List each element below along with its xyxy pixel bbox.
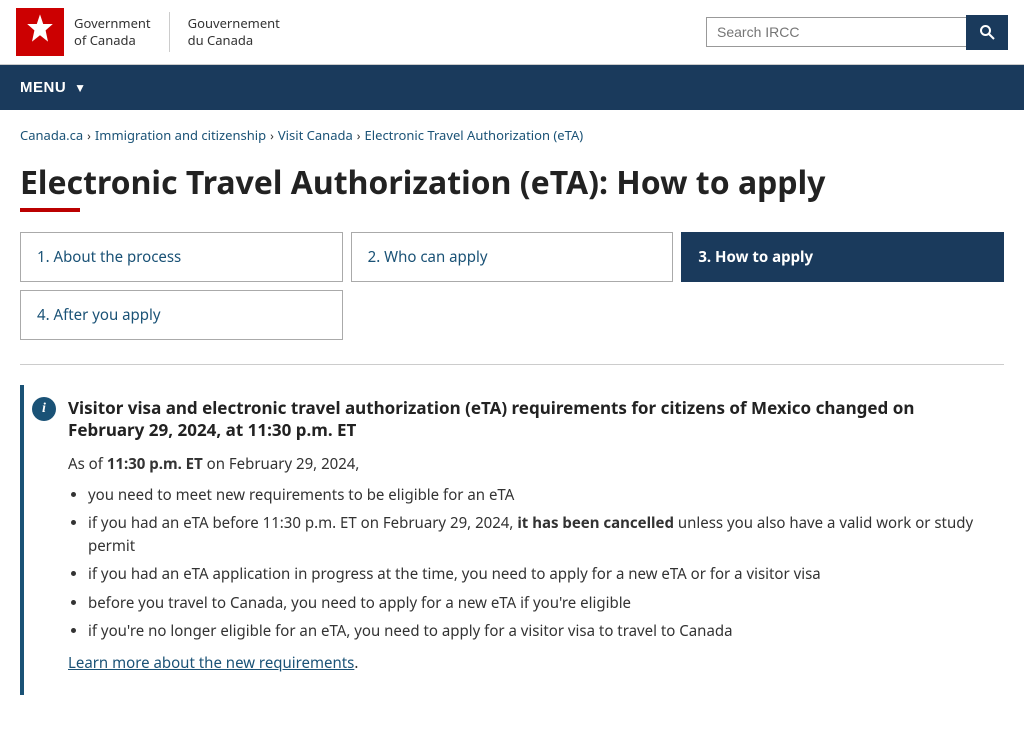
info-body: As of 11:30 p.m. ET on February 29, 2024… [68, 452, 992, 675]
gov-en-line2: of Canada [74, 32, 151, 49]
info-intro: As of 11:30 p.m. ET on February 29, 2024… [68, 452, 992, 476]
page-title: Electronic Travel Authorization (eTA): H… [20, 164, 1004, 202]
breadcrumb-item-visit[interactable]: Visit Canada [278, 126, 353, 144]
gov-en-line1: Government [74, 15, 151, 32]
main-nav: MENU ▼ [0, 65, 1024, 110]
tab-placeholder-3 [681, 290, 1004, 340]
info-icon: i [32, 397, 56, 421]
main-content: Canada.ca › Immigration and citizenship … [0, 110, 1024, 727]
site-header: Government of Canada Gouvernement du Can… [0, 0, 1024, 65]
bullet-4: before you travel to Canada, you need to… [88, 592, 992, 615]
breadcrumb-sep-2: › [270, 127, 274, 144]
info-icon-col: i [24, 385, 68, 694]
breadcrumb-item-canada[interactable]: Canada.ca [20, 126, 83, 144]
chevron-down-icon: ▼ [74, 81, 86, 95]
breadcrumb-item-immigration[interactable]: Immigration and citizenship [95, 126, 266, 144]
learn-more-link[interactable]: Learn more about the new requirements [68, 653, 354, 673]
info-link-line: Learn more about the new requirements. [68, 651, 992, 675]
tab-after-apply[interactable]: 4. After you apply [20, 290, 343, 340]
gov-name-text: Government of Canada [74, 15, 151, 49]
bullet-1: you need to meet new requirements to be … [88, 484, 992, 507]
gov-fr-text: Gouvernement du Canada [188, 15, 280, 49]
breadcrumb: Canada.ca › Immigration and citizenship … [20, 126, 1004, 144]
breadcrumb-item-eta[interactable]: Electronic Travel Authorization (eTA) [365, 126, 584, 144]
step-tabs-row1: 1. About the process 2. Who can apply 3.… [20, 232, 1004, 282]
tab-about-process[interactable]: 1. About the process [20, 232, 343, 282]
breadcrumb-sep-3: › [357, 127, 361, 144]
info-content: Visitor visa and electronic travel autho… [68, 385, 1004, 694]
search-input[interactable] [706, 17, 966, 47]
link-suffix: . [354, 653, 358, 673]
info-bullets: you need to meet new requirements to be … [88, 484, 992, 643]
tab-who-can-apply[interactable]: 2. Who can apply [351, 232, 674, 282]
info-box: i Visitor visa and electronic travel aut… [20, 385, 1004, 694]
section-divider [20, 364, 1004, 365]
maple-leaf-icon [16, 8, 64, 56]
bullet-2: if you had an eTA before 11:30 p.m. ET o… [88, 512, 992, 557]
header-divider [169, 12, 170, 52]
bullet-5: if you're no longer eligible for an eTA,… [88, 620, 992, 643]
bullet-3: if you had an eTA application in progres… [88, 563, 992, 586]
search-area [706, 15, 1008, 50]
header-left: Government of Canada Gouvernement du Can… [16, 8, 280, 56]
tab-how-to-apply[interactable]: 3. How to apply [681, 232, 1004, 282]
title-underline [20, 208, 80, 212]
info-title: Visitor visa and electronic travel autho… [68, 397, 992, 441]
menu-button[interactable]: MENU ▼ [0, 65, 107, 110]
search-button[interactable] [966, 15, 1008, 50]
gov-fr-line1: Gouvernement [188, 15, 280, 32]
search-icon [979, 24, 995, 40]
menu-label: MENU [20, 79, 66, 96]
gov-fr-line2: du Canada [188, 32, 280, 49]
breadcrumb-sep-1: › [87, 127, 91, 144]
canada-logo: Government of Canada Gouvernement du Can… [16, 8, 280, 56]
tab-placeholder-2 [351, 290, 674, 340]
step-tabs-row2: 4. After you apply [20, 290, 1004, 340]
